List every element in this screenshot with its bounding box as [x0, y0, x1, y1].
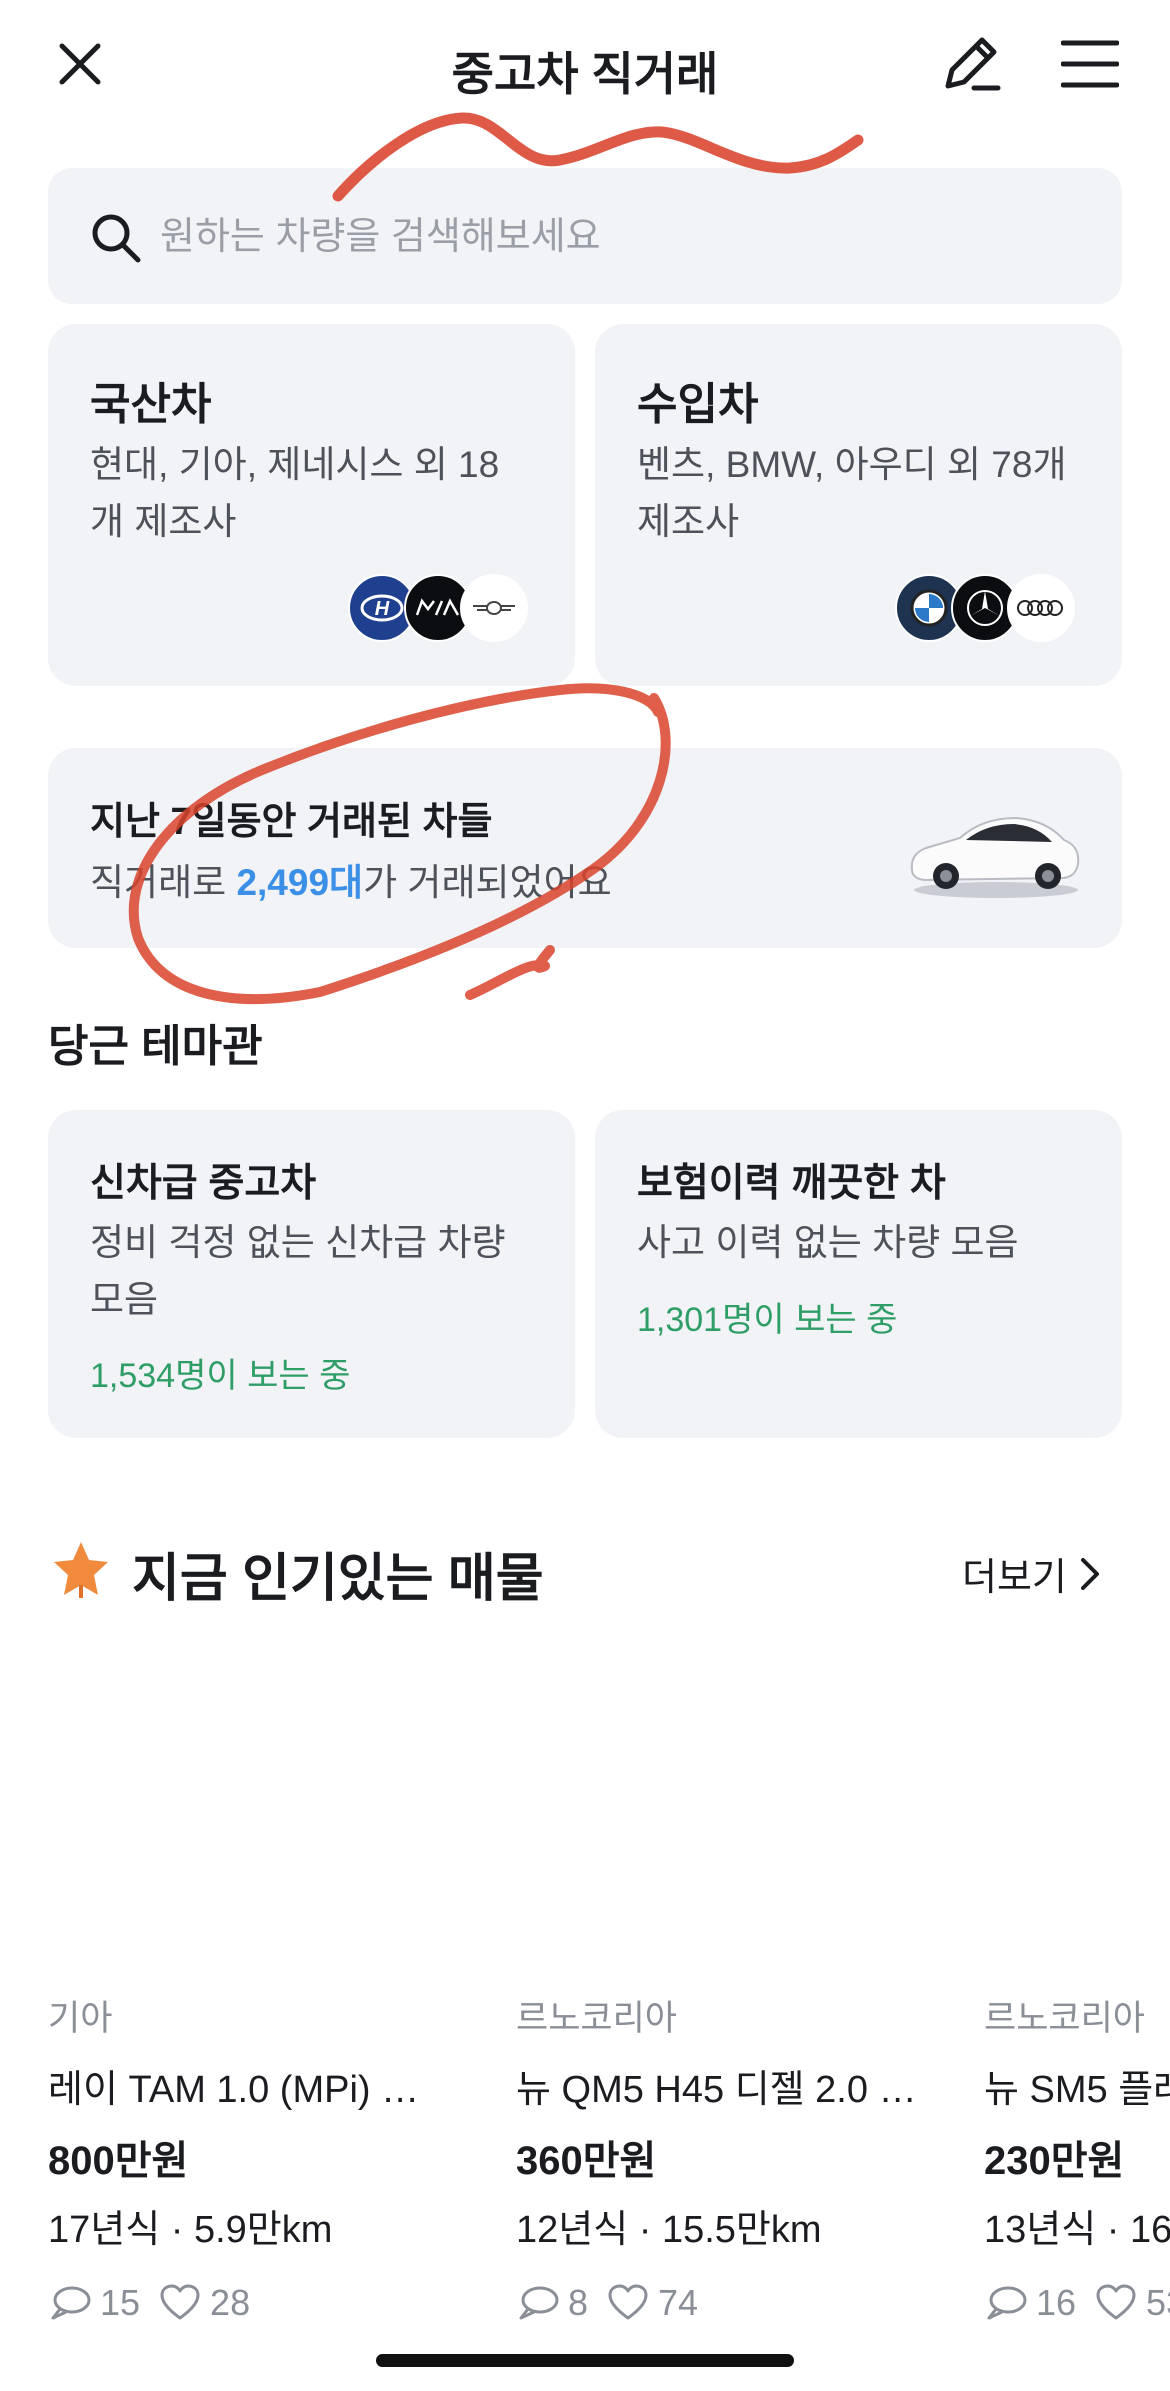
heart-icon — [160, 2284, 200, 2320]
genesis-logo-icon — [460, 574, 528, 642]
item-name: 레이 TAM 1.0 (MPi) 럭셔리 — [48, 2069, 448, 2111]
theme-card-subtitle: 정비 걱정 없는 신차급 차량 모음 — [90, 1222, 506, 1320]
chat-bubble-icon — [51, 2286, 91, 2320]
search-input[interactable] — [158, 168, 1062, 306]
transaction-count: 2,499대 — [236, 862, 364, 903]
item-brand: 르노코리아 — [516, 1999, 678, 2038]
weekly-transactions-banner[interactable]: 지난 7일동안 거래된 차들 직거래로 2,499대가 거래되었어요 — [48, 748, 1122, 948]
home-indicator — [376, 2354, 794, 2367]
theme-card-title: 보험이력 깨끗한 차 — [637, 1162, 946, 1205]
category-card-domestic[interactable]: 국산차 현대, 기아, 제네시스 외 18개 제조사 H — [48, 324, 575, 686]
banner-subtitle: 직거래로 2,499대가 거래되었어요 — [90, 852, 612, 906]
item-stats: 15 28 — [48, 2282, 250, 2324]
popular-section-title: 지금 인기있는 매물 — [132, 1550, 544, 1608]
white-car-image — [910, 816, 1080, 898]
theme-card-clean-history[interactable]: 보험이력 깨끗한 차 사고 이력 없는 차량 모음 1,301명이 보는 중 — [595, 1110, 1122, 1438]
chevron-right-icon — [1080, 1557, 1099, 1590]
listing-item[interactable]: 르노코리아 뉴 SM5 플래티넘 230만원 13년식 · 16 16 53 — [984, 1990, 1170, 2350]
item-price: 230만원 — [984, 2139, 1125, 2183]
theme-card-like-new[interactable]: 신차급 중고차 정비 걱정 없는 신차급 차량 모음 1,534명이 보는 중 — [48, 1110, 575, 1438]
star-icon — [54, 1542, 108, 1598]
chat-bubble-icon — [987, 2286, 1027, 2320]
item-meta: 12년식 · 15.5만km — [516, 2209, 822, 2251]
like-count: 74 — [658, 2282, 699, 2323]
theme-card-subtitle: 사고 이력 없는 차량 모음 — [637, 1222, 1019, 1263]
chat-bubble-icon — [519, 2286, 559, 2320]
hamburger-menu-icon — [1061, 40, 1119, 88]
banner-suffix: 가 거래되었어요 — [363, 862, 612, 903]
banner-prefix: 직거래로 — [90, 862, 237, 903]
theme-card-title: 신차급 중고차 — [90, 1162, 317, 1205]
item-brand: 르노코리아 — [984, 1999, 1146, 2038]
category-card-imported[interactable]: 수입차 벤츠, BMW, 아우디 외 78개 제조사 — [595, 324, 1122, 686]
category-title: 국산차 — [90, 380, 212, 429]
listing-item[interactable]: 르노코리아 뉴 QM5 H45 디젤 2.0 4WD 360만원 12년식 · … — [516, 1990, 920, 2350]
item-stats: 8 74 — [516, 2282, 698, 2324]
menu-button[interactable] — [1050, 24, 1130, 104]
banner-title: 지난 7일동안 거래된 차들 — [90, 801, 493, 843]
category-title: 수입차 — [637, 380, 759, 429]
item-name: 뉴 SM5 플래티넘 — [984, 2069, 1170, 2111]
like-count: 28 — [210, 2282, 251, 2323]
item-price: 800만원 — [48, 2139, 189, 2183]
item-price: 360만원 — [516, 2139, 657, 2183]
audi-logo-icon — [1007, 574, 1075, 642]
category-subtitle: 벤츠, BMW, 아우디 외 78개 제조사 — [637, 444, 1067, 542]
more-label: 더보기 — [962, 1557, 1067, 1599]
heart-icon — [608, 2284, 648, 2320]
pencil-icon — [945, 37, 1001, 91]
write-button[interactable] — [930, 24, 1010, 104]
svg-text:H: H — [375, 598, 390, 620]
heart-icon — [1096, 2284, 1136, 2320]
comment-count: 16 — [1036, 2282, 1077, 2323]
item-meta: 13년식 · 16 — [984, 2209, 1170, 2251]
more-link[interactable]: 더보기 — [962, 1546, 1101, 1601]
search-bar[interactable] — [48, 168, 1122, 306]
theme-section-title: 당근 테마관 — [48, 1022, 263, 1071]
item-brand: 기아 — [48, 1999, 113, 2038]
category-subtitle: 현대, 기아, 제네시스 외 18개 제조사 — [90, 444, 500, 542]
listing-item[interactable]: 기아 레이 TAM 1.0 (MPi) 럭셔리 800만원 17년식 · 5.9… — [48, 1990, 448, 2350]
item-meta: 17년식 · 5.9만km — [48, 2209, 333, 2251]
comment-count: 15 — [100, 2282, 141, 2323]
comment-count: 8 — [568, 2282, 589, 2323]
item-stats: 16 53 — [984, 2282, 1170, 2324]
item-name: 뉴 QM5 H45 디젤 2.0 4WD — [516, 2069, 920, 2111]
like-count: 53 — [1146, 2282, 1170, 2323]
theme-card-viewers: 1,534명이 보는 중 — [90, 1357, 351, 1395]
search-icon — [92, 214, 141, 263]
theme-card-viewers: 1,301명이 보는 중 — [637, 1301, 898, 1339]
